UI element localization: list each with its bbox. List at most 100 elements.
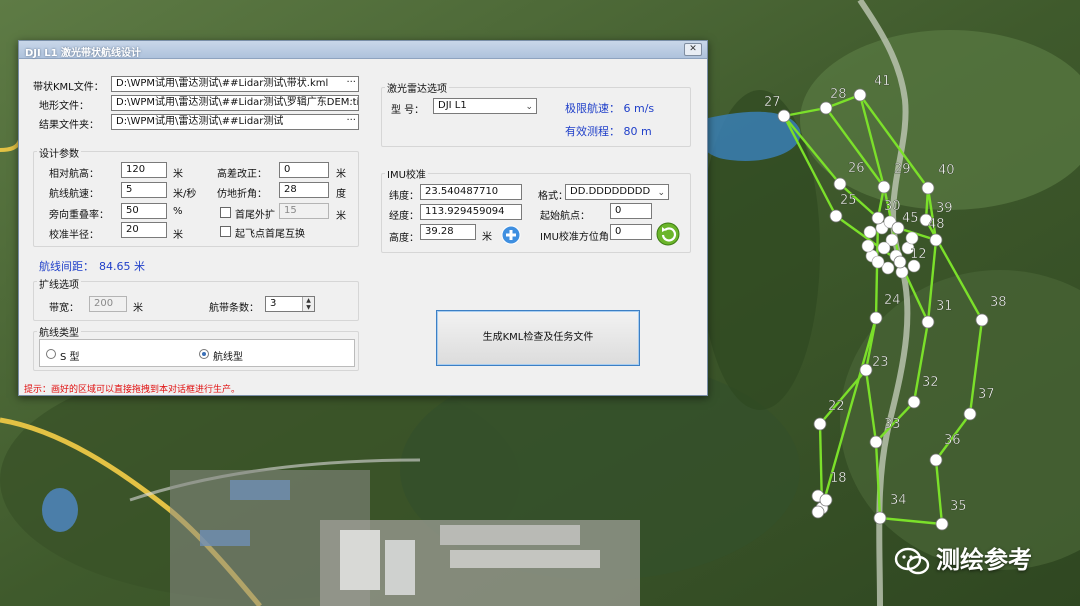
waypoint-label: 26 bbox=[848, 161, 865, 176]
spinner-arrows-icon[interactable]: ▲ ▼ bbox=[302, 297, 314, 311]
waypoint-label: 22 bbox=[828, 399, 845, 414]
model-select[interactable]: DJI L1 ⌄ bbox=[433, 98, 537, 114]
band-width-input[interactable]: 200 bbox=[89, 296, 127, 312]
browse-terrain-button[interactable]: ··· bbox=[346, 96, 356, 109]
waypoint-label: 12 bbox=[910, 247, 927, 262]
waypoint-marker[interactable] bbox=[859, 363, 873, 377]
waypoint-label: 33 bbox=[884, 417, 901, 432]
line-spacing-value: 84.65 米 bbox=[99, 260, 145, 273]
waypoint-marker[interactable] bbox=[921, 181, 935, 195]
strip-route-dialog: DJI L1 激光带状航线设计 ✕ 带状KML文件： D:\WPM试用\雷达测试… bbox=[18, 40, 708, 396]
imu-lon-input[interactable]: 113.929459094 bbox=[420, 204, 522, 220]
speed-input[interactable]: 5 bbox=[121, 182, 167, 198]
waypoint-marker[interactable] bbox=[819, 101, 833, 115]
refresh-icon[interactable] bbox=[656, 222, 680, 246]
strip-count-label: 航带条数： bbox=[209, 303, 259, 314]
result-dir-field[interactable]: D:\WPM试用\雷达测试\##Lidar测试 ··· bbox=[111, 114, 359, 130]
strip-count-spinner[interactable]: 3 ▲ ▼ bbox=[265, 296, 315, 312]
waypoint-marker[interactable] bbox=[853, 88, 867, 102]
dialog-titlebar[interactable]: DJI L1 激光带状航线设计 ✕ bbox=[19, 41, 707, 59]
route-type-s-label: S 型 bbox=[60, 352, 80, 363]
waypoint-label: 23 bbox=[872, 355, 889, 370]
calib-radius-value: 20 bbox=[126, 224, 139, 235]
terrain-field[interactable]: D:\WPM试用\雷达测试\##Lidar测试\罗辑广东DEM.tif ··· bbox=[111, 95, 359, 111]
waypoint-marker[interactable] bbox=[921, 315, 935, 329]
waypoint-label: 27 bbox=[764, 95, 781, 110]
watermark-text: 测绘参考 bbox=[936, 546, 1032, 574]
calibration-point bbox=[861, 239, 875, 253]
waypoint-marker[interactable] bbox=[893, 255, 907, 269]
strip-kml-label: 带状KML文件： bbox=[33, 82, 104, 93]
waypoint-marker[interactable] bbox=[907, 395, 921, 409]
side-overlap-label: 旁向重叠率： bbox=[49, 210, 109, 221]
waypoint-label: 48 bbox=[928, 217, 945, 232]
band-width-label: 带宽： bbox=[49, 303, 79, 314]
imu-start-wp-input[interactable]: 0 bbox=[610, 203, 652, 219]
calib-radius-input[interactable]: 20 bbox=[121, 222, 167, 238]
waypoint-marker[interactable] bbox=[869, 311, 883, 325]
waypoint-marker[interactable] bbox=[833, 177, 847, 191]
calibration-point bbox=[877, 241, 891, 255]
imu-format-value: DD.DDDDDDDD bbox=[570, 186, 651, 197]
browse-result-dir-button[interactable]: ··· bbox=[346, 115, 356, 128]
fold-angle-value: 28 bbox=[284, 184, 297, 195]
terrain-value: D:\WPM试用\雷达测试\##Lidar测试\罗辑广东DEM.tif bbox=[116, 97, 359, 108]
rel-alt-input[interactable]: 120 bbox=[121, 162, 167, 178]
route-type-route-radio[interactable] bbox=[199, 349, 209, 359]
fold-angle-input[interactable]: 28 bbox=[279, 182, 329, 198]
close-icon: ✕ bbox=[689, 44, 697, 54]
waypoint-marker[interactable] bbox=[813, 417, 827, 431]
max-speed-text: 极限航速： 6 m/s bbox=[565, 102, 655, 115]
imu-format-label: 格式： bbox=[538, 191, 568, 202]
waypoint-marker[interactable] bbox=[869, 435, 883, 449]
expand-options-title: 扩线选项 bbox=[37, 276, 81, 291]
waypoint-marker[interactable] bbox=[963, 407, 977, 421]
waypoint-label: 18 bbox=[830, 471, 847, 486]
imu-lat-input[interactable]: 23.540487710 bbox=[420, 184, 522, 200]
waypoint-marker[interactable] bbox=[935, 517, 949, 531]
watermark: 测绘参考 bbox=[894, 540, 1032, 576]
tail-extend-input[interactable]: 15 bbox=[279, 203, 329, 219]
fold-angle-unit: 度 bbox=[336, 189, 346, 200]
height-diff-input[interactable]: 0 bbox=[279, 162, 329, 178]
close-button[interactable]: ✕ bbox=[684, 43, 702, 56]
waypoint-marker[interactable] bbox=[871, 211, 885, 225]
waypoint-marker[interactable] bbox=[777, 109, 791, 123]
waypoint-marker[interactable] bbox=[829, 209, 843, 223]
strip-count-value: 3 bbox=[270, 298, 277, 309]
waypoint-marker[interactable] bbox=[877, 180, 891, 194]
strip-kml-field[interactable]: D:\WPM试用\雷达测试\##Lidar测试\带状.kml ··· bbox=[111, 76, 359, 92]
route-type-s-radio[interactable] bbox=[46, 349, 56, 359]
add-icon[interactable] bbox=[501, 225, 521, 245]
imu-heading-input[interactable]: 0 bbox=[610, 224, 652, 240]
waypoint-label: 34 bbox=[890, 493, 907, 508]
calib-radius-label: 校准半径： bbox=[49, 230, 99, 241]
model-label: 型 号： bbox=[391, 105, 425, 116]
imu-lat-value: 23.540487710 bbox=[425, 186, 499, 197]
band-width-value: 200 bbox=[94, 298, 114, 309]
tail-extend-checkbox[interactable] bbox=[220, 207, 231, 218]
dialog-title: DJI L1 激光带状航线设计 bbox=[25, 48, 142, 59]
waypoint-marker[interactable] bbox=[873, 511, 887, 525]
side-overlap-input[interactable]: 50 bbox=[121, 203, 167, 219]
generate-kml-button[interactable]: 生成KML检查及任务文件 bbox=[436, 310, 640, 366]
waypoint-marker[interactable] bbox=[975, 313, 989, 327]
imu-alt-unit: 米 bbox=[482, 232, 492, 243]
swap-takeoff-checkbox[interactable] bbox=[220, 226, 231, 237]
waypoint-label: 29 bbox=[894, 162, 911, 177]
tail-extend-value: 15 bbox=[284, 205, 297, 216]
design-params-title: 设计参数 bbox=[37, 145, 81, 160]
imu-format-select[interactable]: DD.DDDDDDDD ⌄ bbox=[565, 184, 669, 200]
swap-takeoff-label: 起飞点首尾互换 bbox=[235, 229, 305, 240]
waypoint-marker[interactable] bbox=[929, 453, 943, 467]
waypoint-label: 40 bbox=[938, 163, 955, 178]
browse-strip-kml-button[interactable]: ··· bbox=[346, 77, 356, 90]
imu-heading-label: IMU校准方位角： bbox=[540, 232, 619, 243]
rel-alt-label: 相对航高： bbox=[49, 169, 99, 180]
route-type-box bbox=[39, 339, 355, 367]
waypoint-label: 37 bbox=[978, 387, 995, 402]
waypoint-marker[interactable] bbox=[929, 233, 943, 247]
waypoint-marker bbox=[819, 493, 833, 507]
imu-alt-input[interactable]: 39.28 bbox=[420, 224, 476, 240]
calibration-point bbox=[905, 231, 919, 245]
